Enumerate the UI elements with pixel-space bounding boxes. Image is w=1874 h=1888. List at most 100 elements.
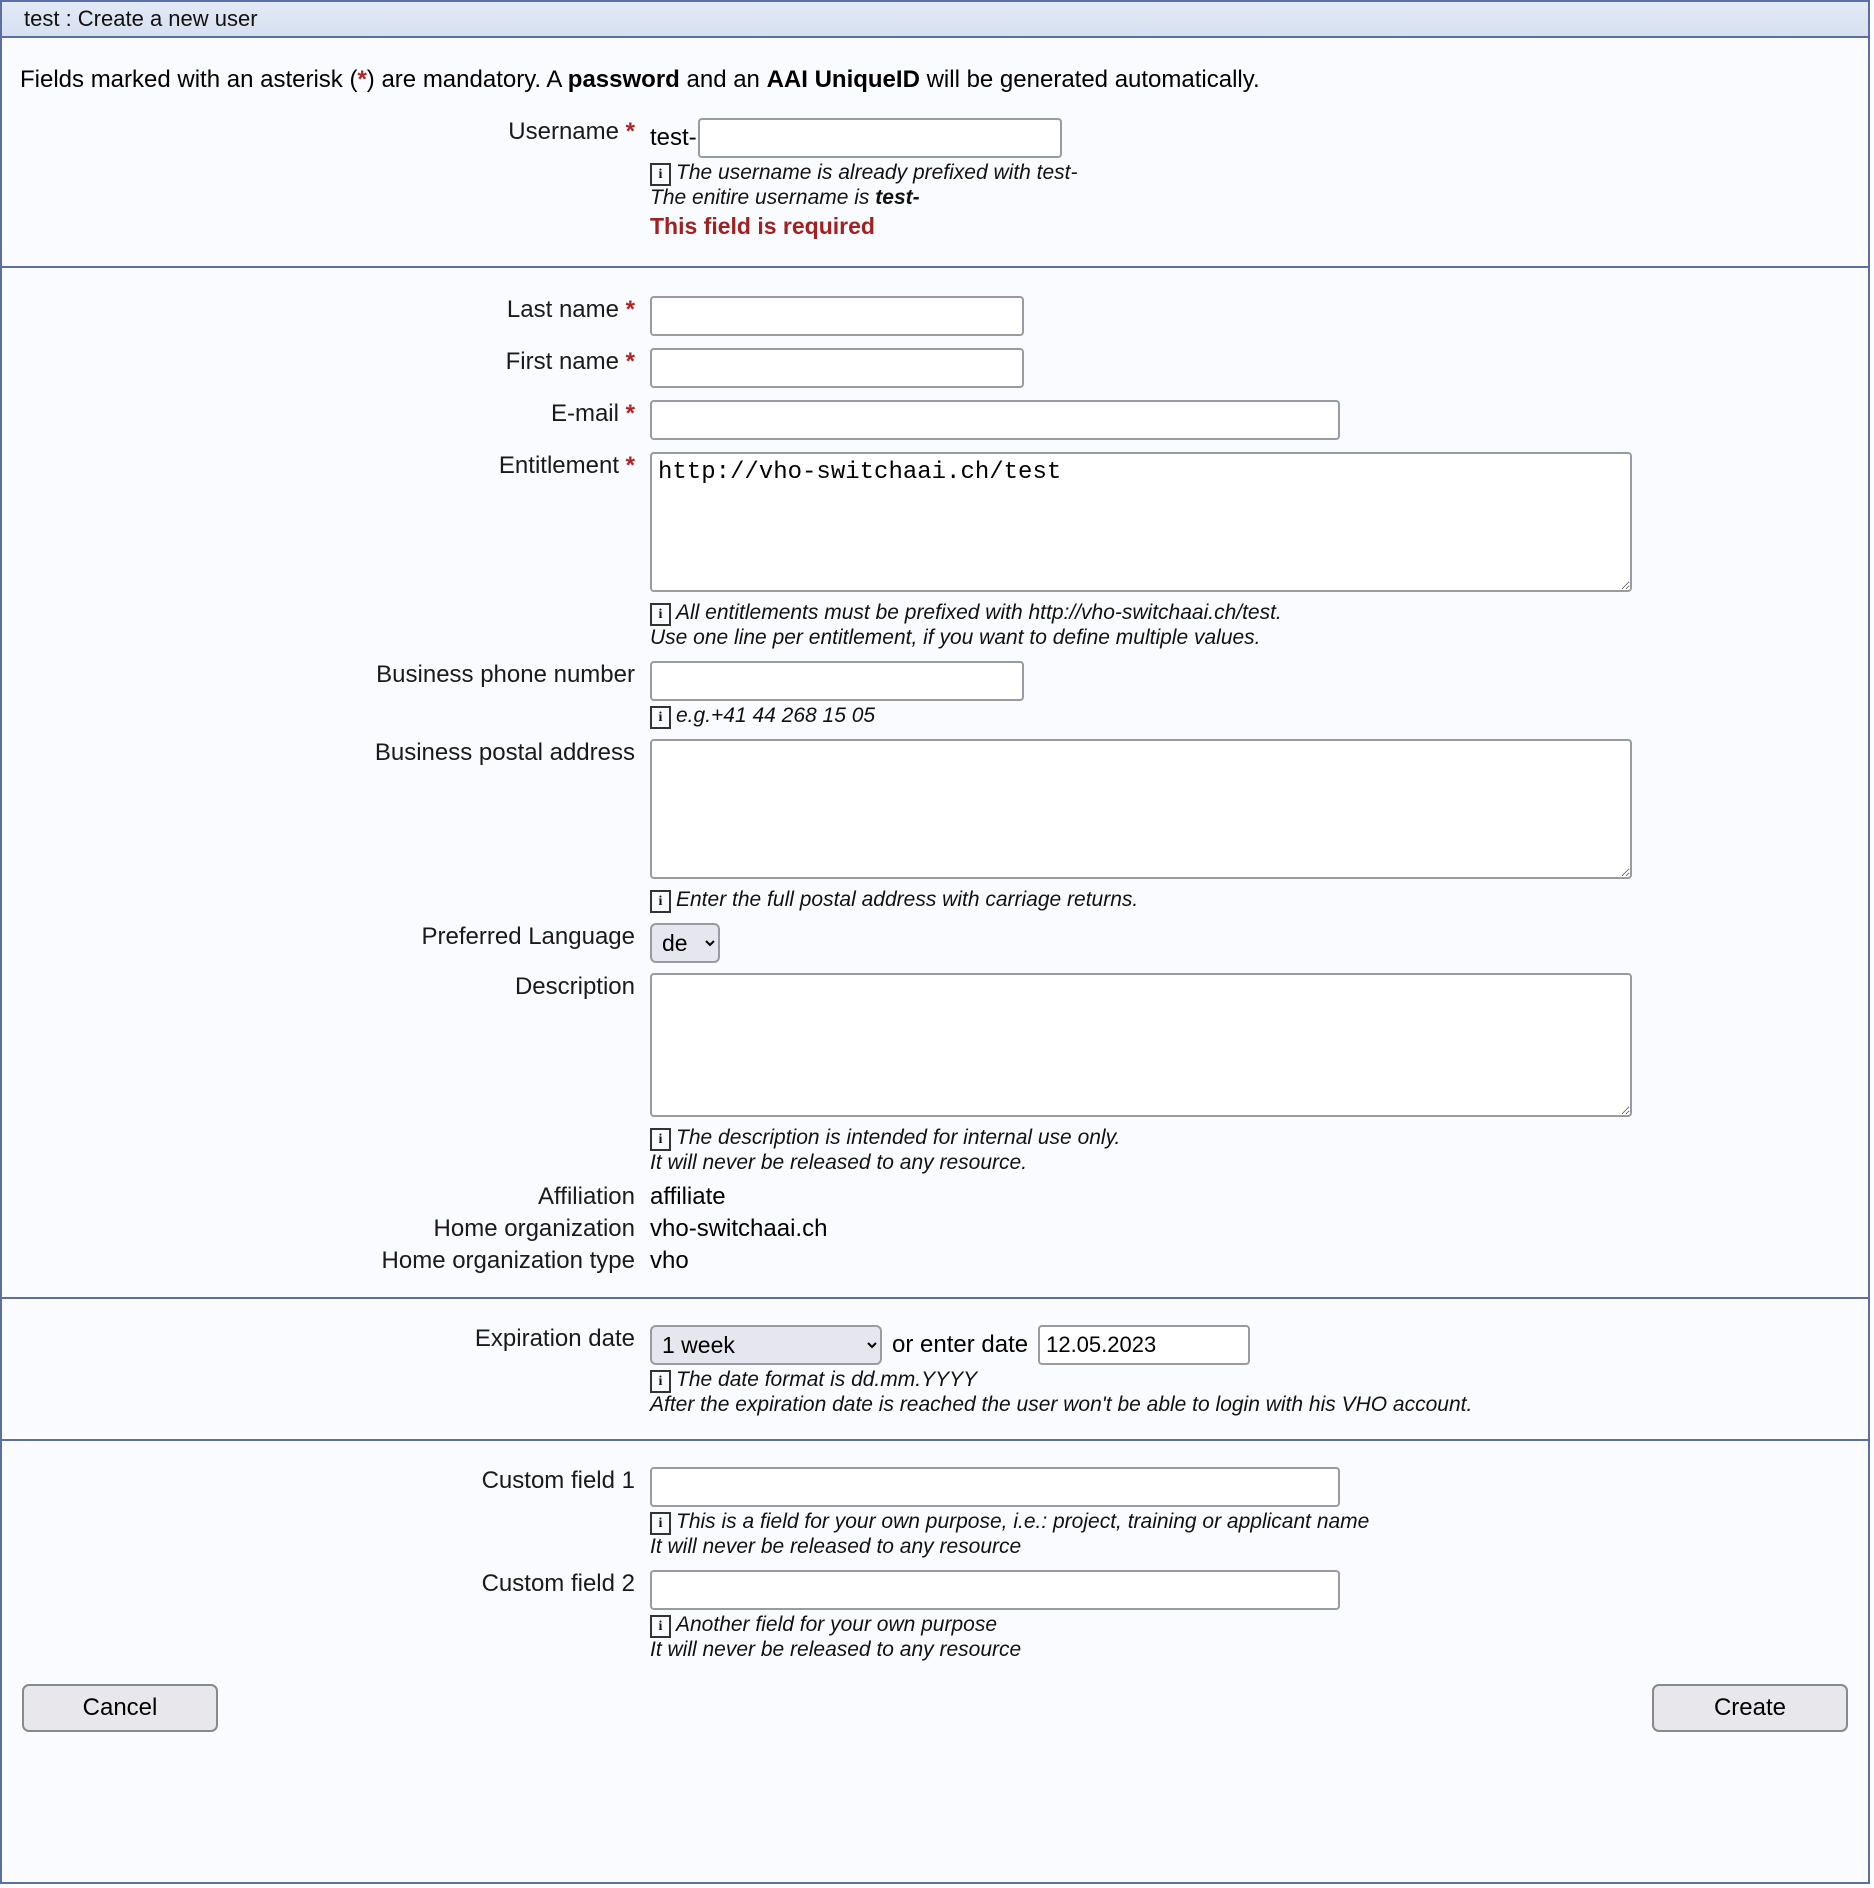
username-hint-line2: The enitire username is test- [650, 186, 1868, 210]
section-details: Last name * First name * E-mail * Entitl… [2, 268, 1868, 1300]
info-icon: i [650, 1370, 671, 1394]
home-organization-type-value: vho [650, 1247, 689, 1275]
info-icon: i [650, 1614, 671, 1638]
expiration-date-input[interactable] [1038, 1325, 1251, 1366]
username-label-cell: Username * [2, 118, 650, 146]
home-organization-type-label-cell: Home organization type [2, 1247, 650, 1275]
business-postal-hint: i Enter the full postal address with carr… [650, 888, 1868, 913]
business-phone-hint-line1: e.g.+41 44 268 15 05 [676, 703, 876, 727]
last-name-input[interactable] [650, 296, 1024, 337]
description-label-cell: Description [2, 973, 650, 1001]
first-name-required-asterisk: * [625, 348, 635, 376]
intro-part1: Fields marked with an asterisk ( [20, 66, 358, 93]
last-name-required-asterisk: * [625, 296, 635, 324]
preferred-language-field-cell: de [650, 922, 1868, 963]
entitlement-hint: i All entitlements must be prefixed with … [650, 601, 1868, 650]
business-postal-label-cell: Business postal address [2, 739, 650, 767]
custom-field-2-input[interactable] [650, 1569, 1340, 1610]
username-label: Username [508, 118, 619, 145]
email-input[interactable] [650, 400, 1340, 441]
custom-field-2-hint-line2: It will never be released to any resourc… [650, 1637, 1022, 1661]
intro-part3: and an [679, 66, 767, 93]
affiliation-label: Affiliation [538, 1183, 635, 1211]
business-phone-field-cell: i e.g.+41 44 268 15 05 [650, 660, 1868, 729]
section-username: Fields marked with an asterisk (*) are m… [2, 38, 1868, 269]
username-error-message: This field is required [650, 213, 875, 240]
entitlement-textarea[interactable]: http://vho-switchaai.ch/test [650, 452, 1632, 593]
home-organization-type-label: Home organization type [381, 1247, 635, 1275]
custom-field-1-field-cell: i This is a field for your own purpose, i… [650, 1467, 1868, 1559]
last-name-field-cell [650, 296, 1868, 337]
username-field-cell: test- i The username is already prefixed … [650, 118, 1868, 240]
custom-field-1-input[interactable] [650, 1467, 1340, 1508]
expiration-controls: 1 week or enter date [650, 1325, 1868, 1366]
entitlement-label: Entitlement [498, 452, 619, 480]
intro-part2: ) are mandatory. A [366, 66, 568, 93]
intro-part4: will be generated automatically. [919, 66, 1260, 93]
first-name-label-cell: First name * [2, 348, 650, 376]
last-name-label-cell: Last name * [2, 296, 650, 324]
info-icon: i [650, 889, 671, 913]
intro-bold-password: password [567, 66, 680, 93]
custom-field-2-field-cell: i Another field for your own purpose It w… [650, 1569, 1868, 1662]
custom-field-1-hint-line2: It will never be released to any resourc… [650, 1535, 1022, 1559]
mandatory-fields-note: Fields marked with an asterisk (*) are m… [2, 38, 1868, 118]
affiliation-row: Affiliation affiliate [2, 1183, 1868, 1211]
info-icon: i [650, 705, 671, 729]
username-hint-line1: The username is already prefixed with te… [676, 161, 1078, 184]
preferred-language-label-cell: Preferred Language [2, 923, 650, 951]
expiration-or-text: or enter date [892, 1331, 1029, 1359]
expiration-label: Expiration date [474, 1325, 635, 1353]
email-label-cell: E-mail * [2, 400, 650, 428]
create-user-window: test : Create a new user Fields marked w… [0, 0, 1870, 1884]
home-organization-label-cell: Home organization [2, 1215, 650, 1243]
section-custom-fields: Custom field 1 i This is a field for your… [2, 1441, 1868, 1882]
preferred-language-select[interactable]: de [650, 922, 720, 963]
home-organization-type-row: Home organization type vho [2, 1247, 1868, 1275]
expiration-preset-select[interactable]: 1 week [650, 1325, 882, 1366]
window-title: test : Create a new user [24, 6, 258, 31]
affiliation-label-cell: Affiliation [2, 1183, 650, 1211]
email-required-asterisk: * [625, 400, 635, 428]
business-phone-hint: i e.g.+41 44 268 15 05 [650, 704, 1868, 729]
info-icon: i [650, 1127, 671, 1151]
intro-asterisk: * [357, 66, 367, 93]
business-phone-row: Business phone number i e.g.+41 44 268 15… [2, 660, 1868, 729]
info-icon: i [650, 603, 671, 627]
expiration-hint: i The date format is dd.mm.YYYY After the… [650, 1368, 1868, 1417]
expiration-field-cell: 1 week or enter date iThe date format is… [650, 1325, 1868, 1417]
description-field-cell: i The description is intended for interna… [650, 972, 1868, 1175]
expiration-label-cell: Expiration date [2, 1325, 650, 1353]
entitlement-hint-line1: All entitlements must be prefixed with h… [676, 601, 1282, 625]
section-expiration: Expiration date 1 week or enter date iTh… [2, 1299, 1868, 1442]
first-name-input[interactable] [650, 348, 1024, 389]
custom-field-1-hint: i This is a field for your own purpose, i… [650, 1510, 1868, 1559]
affiliation-value: affiliate [650, 1183, 726, 1211]
business-postal-textarea[interactable] [650, 738, 1632, 879]
entitlement-row: Entitlement * http://vho-switchaai.ch/te… [2, 452, 1868, 650]
home-organization-row: Home organization vho-switchaai.ch [2, 1215, 1868, 1243]
custom-field-1-row: Custom field 1 i This is a field for your… [2, 1467, 1868, 1559]
info-icon: i [650, 163, 671, 186]
cancel-button[interactable]: Cancel [22, 1684, 218, 1733]
entitlement-hint-line2: Use one line per entitlement, if you wan… [650, 626, 1261, 650]
custom-field-2-label: Custom field 2 [481, 1569, 635, 1597]
email-label: E-mail [550, 400, 619, 428]
description-row: Description i The description is intended… [2, 972, 1868, 1175]
entitlement-required-asterisk: * [625, 452, 635, 480]
business-postal-label: Business postal address [374, 738, 635, 766]
first-name-row: First name * [2, 348, 1868, 389]
description-hint-line1: The description is intended for internal… [676, 1125, 1121, 1149]
description-textarea[interactable] [650, 972, 1632, 1117]
entitlement-label-cell: Entitlement * [2, 452, 650, 480]
home-organization-label: Home organization [433, 1215, 635, 1243]
home-organization-value: vho-switchaai.ch [650, 1215, 828, 1243]
action-button-bar: Cancel Create [2, 1662, 1868, 1752]
preferred-language-label: Preferred Language [421, 922, 636, 950]
custom-field-1-hint-line1: This is a field for your own purpose, i.… [676, 1510, 1370, 1534]
create-button[interactable]: Create [1652, 1684, 1848, 1733]
username-row: Username * test- i The username is alread… [2, 118, 1868, 266]
last-name-label: Last name [506, 296, 619, 324]
username-input[interactable] [697, 118, 1062, 158]
business-phone-input[interactable] [650, 660, 1024, 701]
